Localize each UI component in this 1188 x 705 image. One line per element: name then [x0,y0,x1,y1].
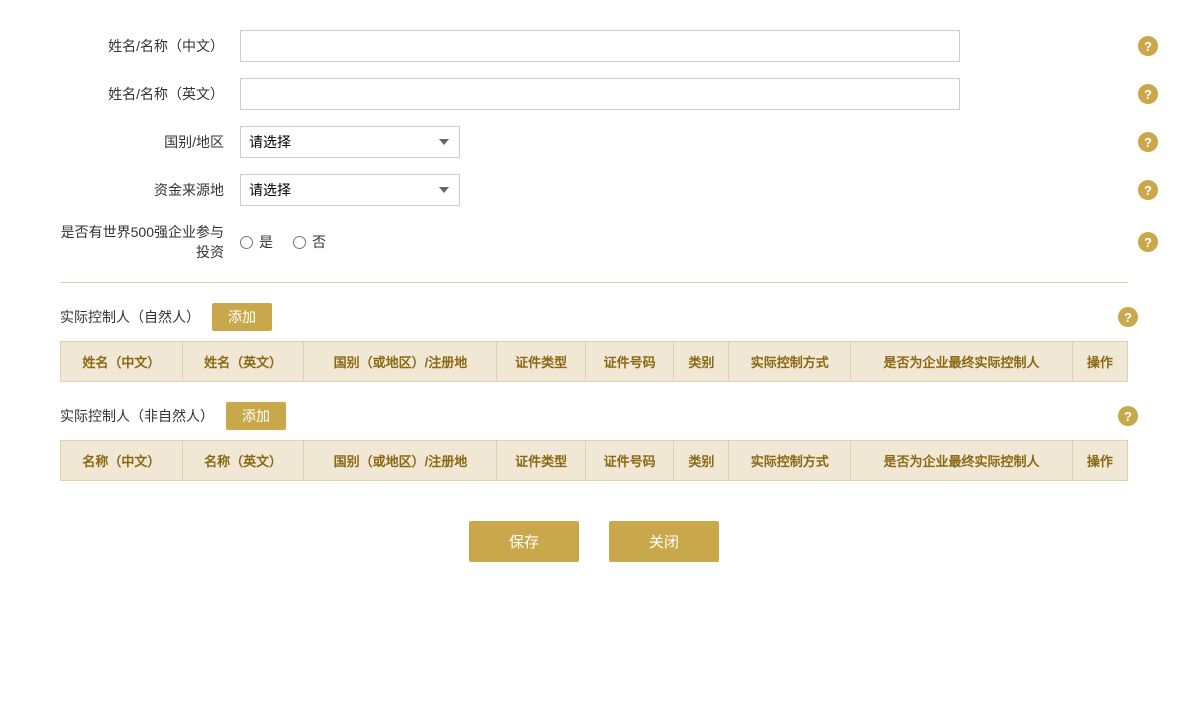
fund-source-help-icon[interactable]: ? [1138,180,1158,200]
fortune500-yes-label: 是 [259,232,273,252]
natural-person-table: 姓名（中文） 姓名（英文） 国别（或地区）/注册地 证件类型 证件号码 类别 实… [60,341,1128,382]
nnp-col-name-cn: 名称（中文） [61,441,183,481]
natural-person-help-icon[interactable]: ? [1118,307,1138,327]
natural-person-header: 实际控制人（自然人） 添加 ? [60,303,1128,331]
nnp-col-operation: 操作 [1072,441,1127,481]
nnp-col-control-method: 实际控制方式 [729,441,851,481]
fortune500-no-radio[interactable] [293,236,306,249]
close-button[interactable]: 关闭 [609,521,719,562]
np-col-operation: 操作 [1072,342,1127,382]
np-col-category: 类别 [674,342,729,382]
fortune500-yes-option[interactable]: 是 [240,232,273,252]
np-col-cert-type: 证件类型 [497,342,585,382]
non-natural-person-add-btn[interactable]: 添加 [226,402,286,430]
bottom-buttons: 保存 关闭 [60,521,1128,562]
nnp-col-category: 类别 [674,441,729,481]
non-natural-person-title: 实际控制人（非自然人） [60,406,214,426]
nnp-col-cert-no: 证件号码 [585,441,673,481]
np-col-country: 国别（或地区）/注册地 [304,342,497,382]
fund-source-select[interactable]: 请选择 [240,174,460,206]
save-button[interactable]: 保存 [469,521,579,562]
np-col-name-en: 姓名（英文） [182,342,304,382]
non-natural-person-table: 名称（中文） 名称（英文） 国别（或地区）/注册地 证件类型 证件号码 类别 实… [60,440,1128,481]
fortune500-help-icon[interactable]: ? [1138,232,1158,252]
fortune500-yes-radio[interactable] [240,236,253,249]
country-label: 国别/地区 [60,132,240,152]
np-col-is-final-controller: 是否为企业最终实际控制人 [851,342,1073,382]
nnp-col-is-final-controller: 是否为企业最终实际控制人 [851,441,1073,481]
nnp-col-cert-type: 证件类型 [497,441,585,481]
non-natural-person-table-header-row: 名称（中文） 名称（英文） 国别（或地区）/注册地 证件类型 证件号码 类别 实… [61,441,1128,481]
fortune500-radio-group: 是 否 [240,232,326,252]
name-en-input[interactable] [240,78,960,110]
name-cn-help-icon[interactable]: ? [1138,36,1158,56]
natural-person-add-btn[interactable]: 添加 [212,303,272,331]
name-en-help-icon[interactable]: ? [1138,84,1158,104]
np-col-name-cn: 姓名（中文） [61,342,183,382]
fortune500-label: 是否有世界500强企业参与投资 [60,222,240,262]
country-help-icon[interactable]: ? [1138,132,1158,152]
nnp-col-name-en: 名称（英文） [182,441,304,481]
country-select[interactable]: 请选择 [240,126,460,158]
natural-person-table-header-row: 姓名（中文） 姓名（英文） 国别（或地区）/注册地 证件类型 证件号码 类别 实… [61,342,1128,382]
name-en-label: 姓名/名称（英文） [60,84,240,104]
nnp-col-country: 国别（或地区）/注册地 [304,441,497,481]
name-cn-label: 姓名/名称（中文） [60,36,240,56]
name-cn-input[interactable] [240,30,960,62]
fund-source-label: 资金来源地 [60,180,240,200]
divider-1 [60,282,1128,283]
non-natural-person-header: 实际控制人（非自然人） 添加 ? [60,402,1128,430]
np-col-cert-no: 证件号码 [585,342,673,382]
non-natural-person-help-icon[interactable]: ? [1118,406,1138,426]
natural-person-title: 实际控制人（自然人） [60,307,200,327]
fortune500-no-label: 否 [312,232,326,252]
fortune500-no-option[interactable]: 否 [293,232,326,252]
np-col-control-method: 实际控制方式 [729,342,851,382]
